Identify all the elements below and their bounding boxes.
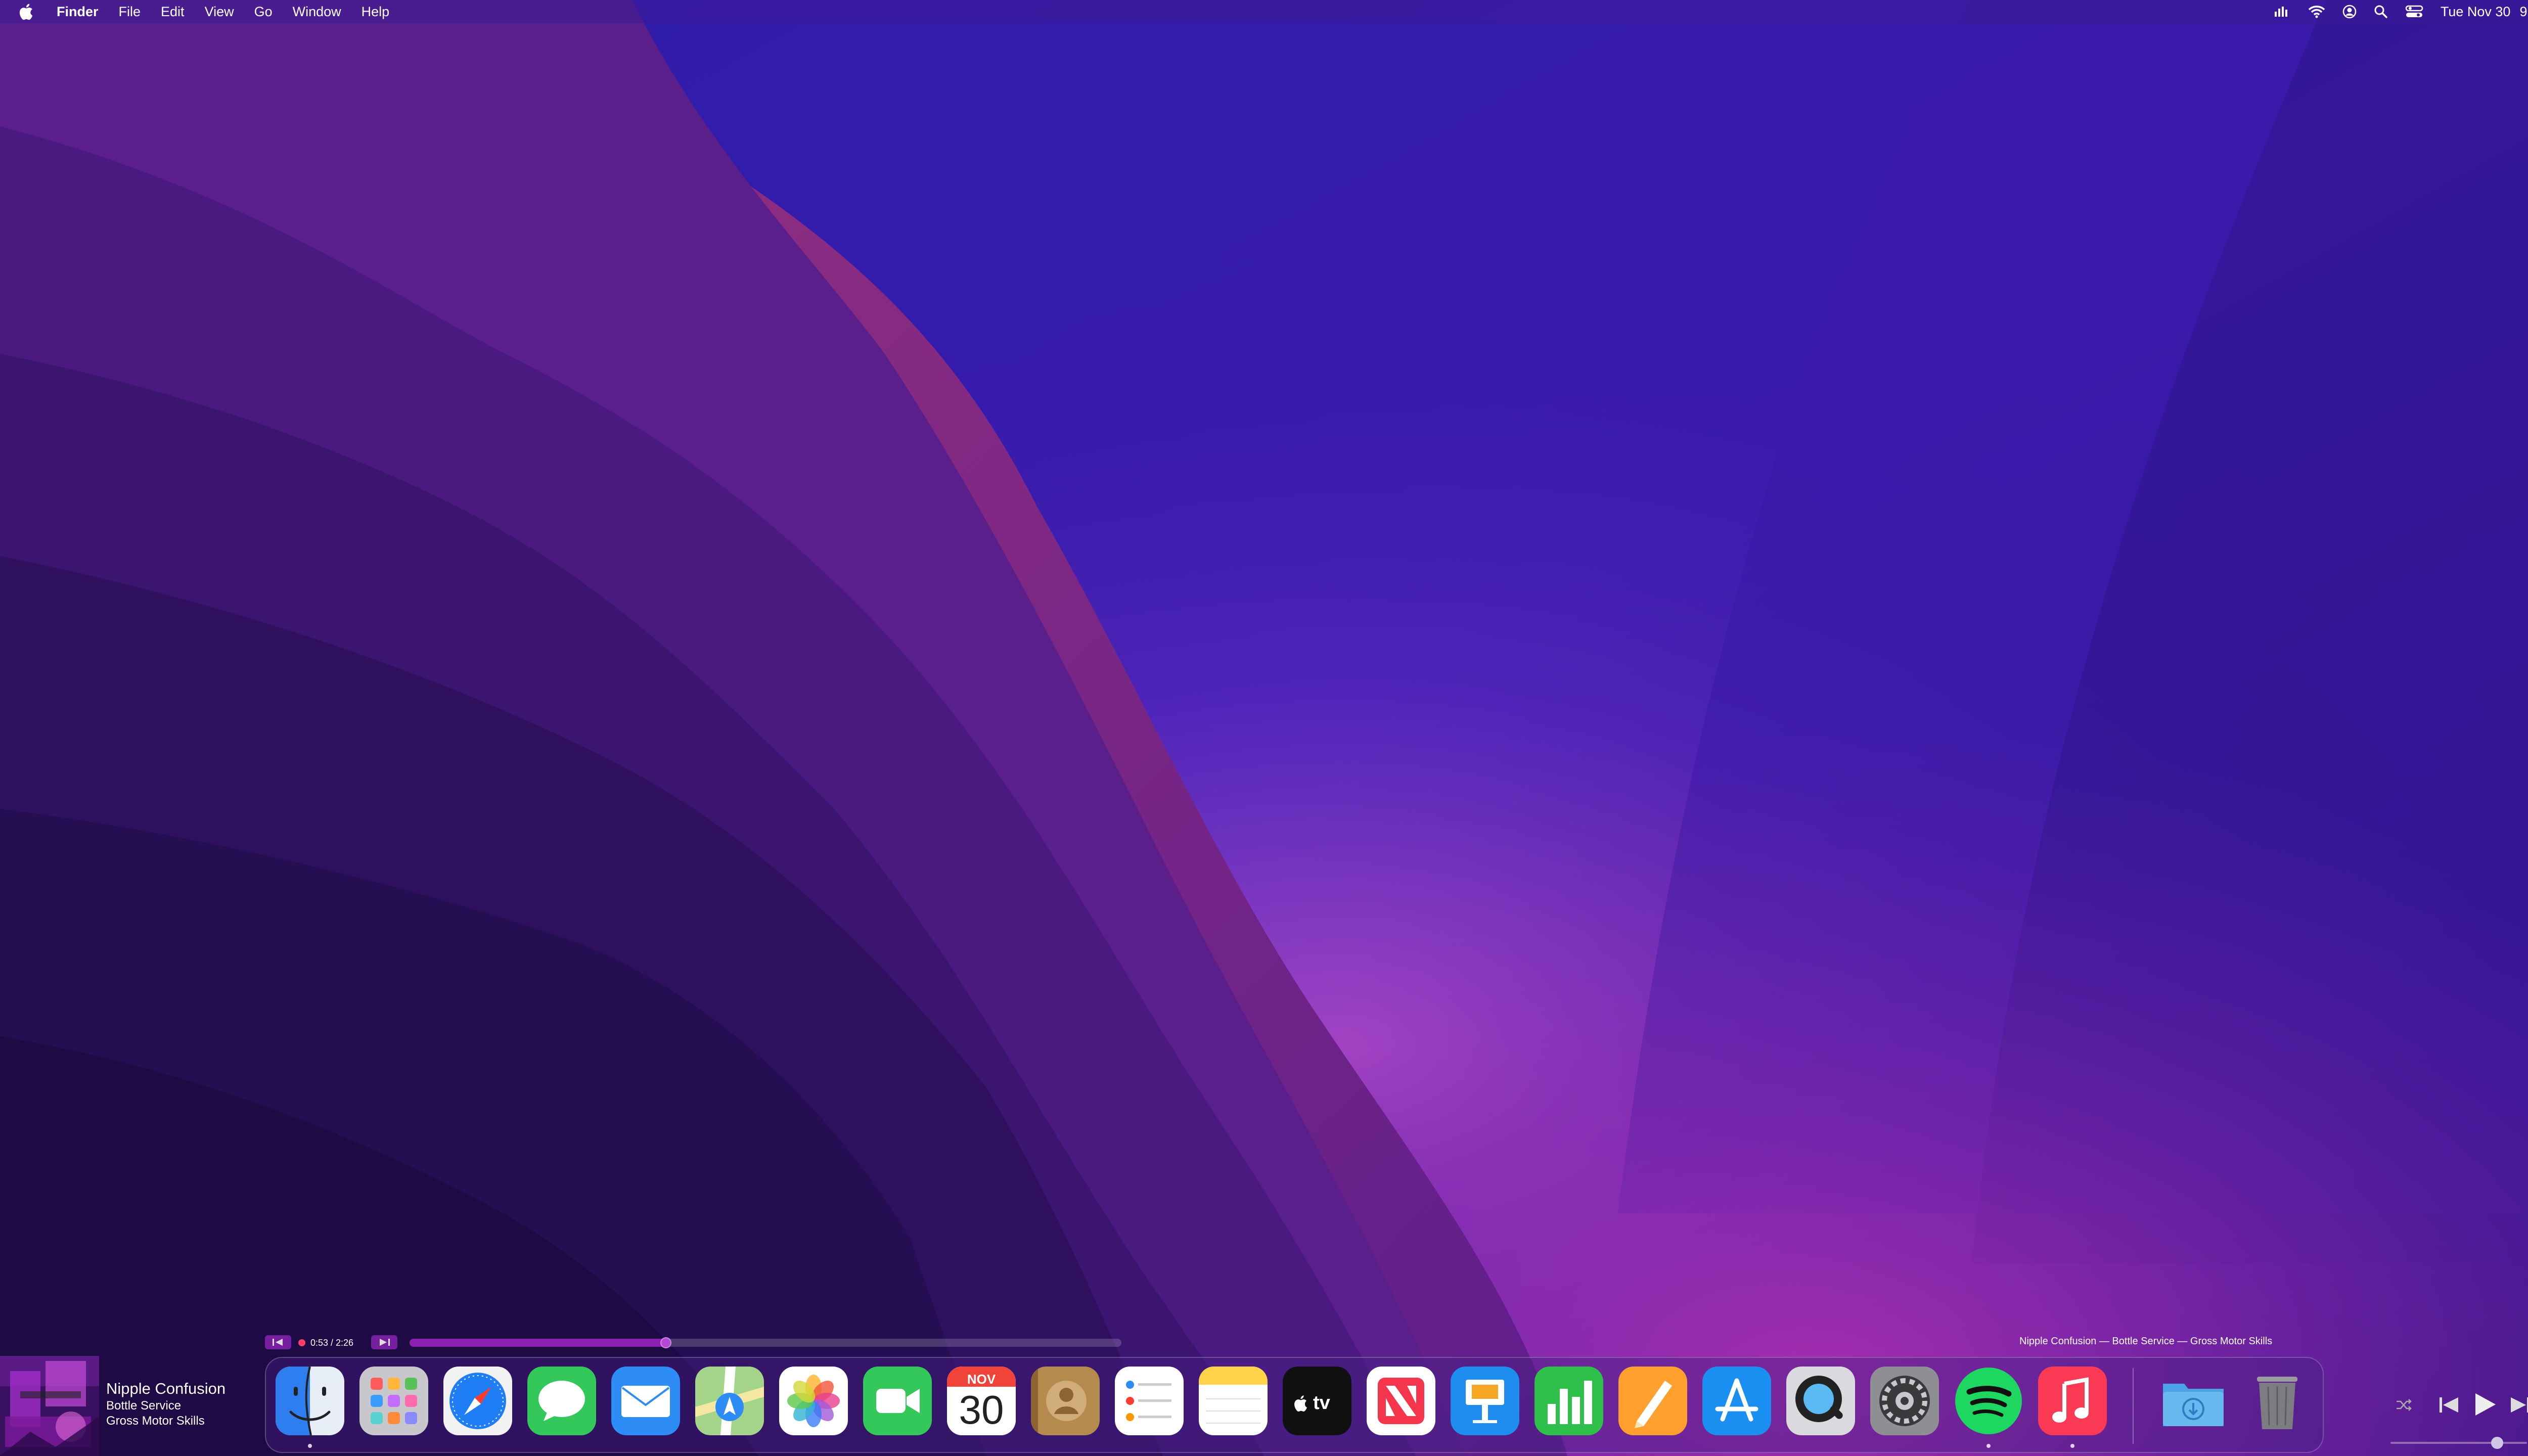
calendar-month: NOV: [967, 1372, 996, 1387]
reminders-icon[interactable]: [1115, 1367, 1184, 1435]
shuffle-icon[interactable]: [2396, 1398, 2412, 1412]
recording-dot: [298, 1339, 305, 1346]
messages-icon[interactable]: [527, 1367, 596, 1435]
track-progress-fill: [410, 1339, 666, 1347]
system-preferences-icon[interactable]: [1870, 1367, 1939, 1435]
appletv-icon[interactable]: tv: [1283, 1367, 1351, 1435]
svg-text:tv: tv: [1313, 1392, 1330, 1414]
track-artist: Gross Motor Skills: [106, 1414, 205, 1428]
downloads-folder-icon[interactable]: [2159, 1367, 2228, 1435]
now-playing-info: Nipple Confusion Bottle Service Gross Mo…: [106, 1379, 225, 1429]
desktop-wallpaper: [0, 0, 2528, 1456]
menu-file[interactable]: File: [119, 0, 141, 23]
next-icon: [380, 1339, 390, 1346]
wifi-icon[interactable]: [2308, 5, 2325, 18]
safari-icon[interactable]: [443, 1367, 512, 1435]
next-track-button[interactable]: [371, 1335, 397, 1349]
news-icon[interactable]: [1367, 1367, 1435, 1435]
previous-icon[interactable]: [2438, 1395, 2460, 1415]
menu-edit[interactable]: Edit: [161, 0, 185, 23]
control-center-icon[interactable]: [2405, 5, 2423, 19]
music-icon[interactable]: [2038, 1367, 2107, 1435]
quicktime-icon[interactable]: [1786, 1367, 1855, 1435]
facetime-icon[interactable]: [863, 1367, 932, 1435]
menu-app-name[interactable]: Finder: [57, 0, 99, 23]
track-title: Nipple Confusion: [106, 1380, 226, 1397]
previous-track-button[interactable]: [265, 1335, 291, 1349]
launchpad-icon[interactable]: [359, 1367, 428, 1435]
next-icon[interactable]: [2509, 1395, 2528, 1415]
previous-icon: [273, 1339, 283, 1346]
running-indicator-finder: [308, 1444, 312, 1448]
running-indicator-spotify: [1987, 1444, 1991, 1448]
menu-go[interactable]: Go: [254, 0, 273, 23]
appstore-icon[interactable]: [1702, 1367, 1771, 1435]
volume-knob[interactable]: [2491, 1437, 2503, 1449]
mail-icon[interactable]: [611, 1367, 680, 1435]
menu-date: Tue Nov 30: [2440, 4, 2511, 19]
numbers-icon[interactable]: [1534, 1367, 1603, 1435]
volume-slider[interactable]: [2390, 1437, 2527, 1449]
menu-window[interactable]: Window: [293, 0, 341, 23]
contacts-icon[interactable]: [1031, 1367, 1100, 1435]
trash-icon[interactable]: [2243, 1367, 2312, 1435]
menu-help[interactable]: Help: [362, 0, 390, 23]
maps-icon[interactable]: [695, 1367, 764, 1435]
apple-menu-icon[interactable]: [18, 3, 33, 20]
track-time: 0:53 / 2:26: [310, 1337, 354, 1348]
photos-icon[interactable]: [779, 1367, 848, 1435]
track-time-readout: 0:53 / 2:26: [298, 1336, 353, 1349]
menu-clock[interactable]: Tue Nov 30 9:15 PM: [2441, 4, 2528, 20]
menu-view[interactable]: View: [205, 0, 234, 23]
track-album: Bottle Service: [106, 1399, 182, 1413]
search-icon[interactable]: [2374, 5, 2388, 19]
audio-icon[interactable]: [2273, 5, 2291, 19]
menu-time: 9:15 PM: [2519, 4, 2528, 19]
now-playing-caption: Nipple Confusion — Bottle Service — Gros…: [2019, 1336, 2273, 1347]
album-art[interactable]: [0, 1356, 99, 1456]
spotify-icon[interactable]: [1954, 1367, 2023, 1435]
finder-icon[interactable]: [276, 1367, 344, 1435]
pages-icon[interactable]: [1618, 1367, 1687, 1435]
dock-separator: [2133, 1368, 2134, 1444]
track-progress-bar[interactable]: [410, 1337, 1121, 1348]
play-icon[interactable]: [2472, 1391, 2498, 1418]
notes-icon[interactable]: [1199, 1367, 1268, 1435]
calendar-icon[interactable]: NOV 30: [947, 1367, 1016, 1435]
keynote-icon[interactable]: [1451, 1367, 1519, 1435]
track-progress-knob[interactable]: [660, 1337, 671, 1348]
user-icon[interactable]: [2342, 5, 2357, 19]
menu-bar: Finder File Edit View Go Window Help Tue…: [0, 0, 2528, 23]
calendar-day: 30: [959, 1387, 1004, 1432]
running-indicator-music: [2070, 1444, 2074, 1448]
